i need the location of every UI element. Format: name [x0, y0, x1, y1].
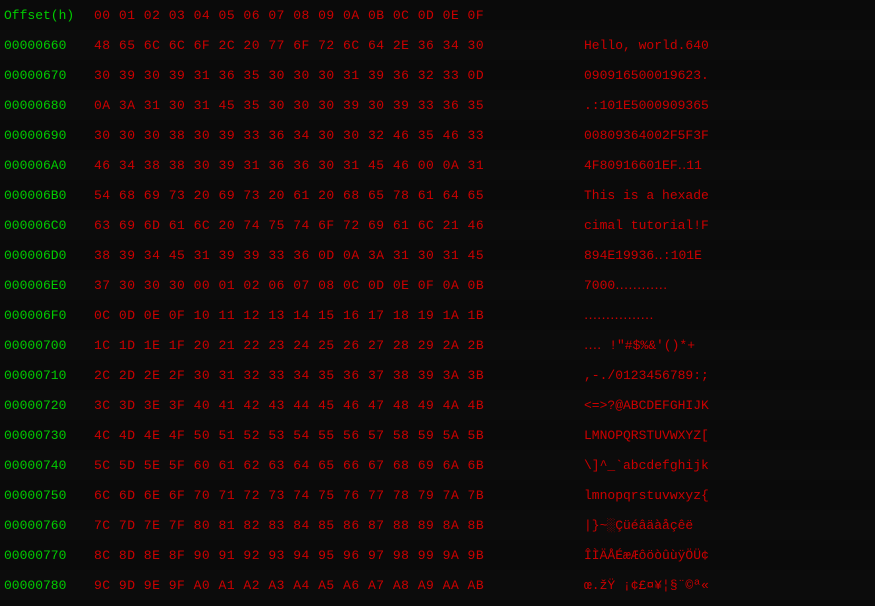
- row-bytes: 63 69 6D 61 6C 20 74 75 74 6F 72 69 61 6…: [94, 218, 584, 233]
- row-ascii: Hello, world.640: [584, 38, 871, 53]
- table-row: 000006C063 69 6D 61 6C 20 74 75 74 6F 72…: [0, 210, 875, 240]
- row-bytes: 1C 1D 1E 1F 20 21 22 23 24 25 26 27 28 2…: [94, 338, 584, 353]
- table-row: 000007607C 7D 7E 7F 80 81 82 83 84 85 86…: [0, 510, 875, 540]
- table-row: 000006D038 39 34 45 31 39 39 33 36 0D 0A…: [0, 240, 875, 270]
- row-offset: 00000670: [4, 68, 94, 83]
- row-ascii: This is a hexade: [584, 188, 871, 203]
- row-bytes: 7C 7D 7E 7F 80 81 82 83 84 85 86 87 88 8…: [94, 518, 584, 533]
- table-row: 000007203C 3D 3E 3F 40 41 42 43 44 45 46…: [0, 390, 875, 420]
- row-offset: 00000680: [4, 98, 94, 113]
- row-ascii: LMNOPQRSTUVWXYZ[: [584, 428, 871, 443]
- row-offset: 00000770: [4, 548, 94, 563]
- row-offset: 000006C0: [4, 218, 94, 233]
- row-bytes: 2C 2D 2E 2F 30 31 32 33 34 35 36 37 38 3…: [94, 368, 584, 383]
- row-ascii: 894E19936․․:101E: [584, 248, 871, 263]
- row-ascii: <=>?@ABCDEFGHIJK: [584, 398, 871, 413]
- row-ascii: |}~░Çüéâäàåçêë: [584, 518, 871, 533]
- table-row: 000006800A 3A 31 30 31 45 35 30 30 30 39…: [0, 90, 875, 120]
- table-row: 0000066048 65 6C 6C 6F 2C 20 77 6F 72 6C…: [0, 30, 875, 60]
- row-ascii: ÎÌÄÅÉæÆôöòûùÿÖÜ¢: [584, 548, 871, 563]
- row-bytes: 38 39 34 45 31 39 39 33 36 0D 0A 3A 31 3…: [94, 248, 584, 263]
- row-offset: 00000750: [4, 488, 94, 503]
- row-offset: 000006F0: [4, 308, 94, 323]
- row-bytes: 4C 4D 4E 4F 50 51 52 53 54 55 56 57 58 5…: [94, 428, 584, 443]
- row-ascii: 7000․․․․․․․․․․․․: [584, 278, 871, 293]
- row-bytes: 37 30 30 30 00 01 02 06 07 08 0C 0D 0E 0…: [94, 278, 584, 293]
- row-ascii: cimal tutorial!F: [584, 218, 871, 233]
- table-row: 000007102C 2D 2E 2F 30 31 32 33 34 35 36…: [0, 360, 875, 390]
- table-row: 000006A046 34 38 38 30 39 31 36 36 30 31…: [0, 150, 875, 180]
- row-bytes: 3C 3D 3E 3F 40 41 42 43 44 45 46 47 48 4…: [94, 398, 584, 413]
- row-offset: 000006E0: [4, 278, 94, 293]
- table-row: 000006F00C 0D 0E 0F 10 11 12 13 14 15 16…: [0, 300, 875, 330]
- row-offset: 00000730: [4, 428, 94, 443]
- row-bytes: 6C 6D 6E 6F 70 71 72 73 74 75 76 77 78 7…: [94, 488, 584, 503]
- row-bytes: 5C 5D 5E 5F 60 61 62 63 64 65 66 67 68 6…: [94, 458, 584, 473]
- row-offset: 000006A0: [4, 158, 94, 173]
- row-bytes: 46 34 38 38 30 39 31 36 36 30 31 45 46 0…: [94, 158, 584, 173]
- column-headers: 00 01 02 03 04 05 06 07 08 09 0A 0B 0C 0…: [94, 8, 584, 23]
- table-row: 0000067030 39 30 39 31 36 35 30 30 30 31…: [0, 60, 875, 90]
- offset-header: Offset(h): [4, 8, 94, 23]
- row-ascii: .:101E5000909365: [584, 98, 871, 113]
- table-row: 000007708C 8D 8E 8F 90 91 92 93 94 95 96…: [0, 540, 875, 570]
- row-bytes: 0A 3A 31 30 31 45 35 30 30 30 39 30 39 3…: [94, 98, 584, 113]
- table-row: 000007405C 5D 5E 5F 60 61 62 63 64 65 66…: [0, 450, 875, 480]
- row-offset: 00000760: [4, 518, 94, 533]
- row-offset: 00000700: [4, 338, 94, 353]
- table-row: 000007001C 1D 1E 1F 20 21 22 23 24 25 26…: [0, 330, 875, 360]
- row-offset: 00000690: [4, 128, 94, 143]
- table-row: 000006B054 68 69 73 20 69 73 20 61 20 68…: [0, 180, 875, 210]
- row-ascii: ․․․․ !"#$%&'()*+: [584, 338, 871, 353]
- row-bytes: 30 39 30 39 31 36 35 30 30 30 31 39 36 3…: [94, 68, 584, 83]
- row-ascii: ,-./0123456789:;: [584, 368, 871, 383]
- row-bytes: 30 30 30 38 30 39 33 36 34 30 30 32 46 3…: [94, 128, 584, 143]
- row-bytes: 8C 8D 8E 8F 90 91 92 93 94 95 96 97 98 9…: [94, 548, 584, 563]
- row-bytes: 48 65 6C 6C 6F 2C 20 77 6F 72 6C 64 2E 3…: [94, 38, 584, 53]
- row-offset: 000006D0: [4, 248, 94, 263]
- row-offset: 00000720: [4, 398, 94, 413]
- table-row: 0000069030 30 30 38 30 39 33 36 34 30 30…: [0, 120, 875, 150]
- header-row: Offset(h) 00 01 02 03 04 05 06 07 08 09 …: [0, 0, 875, 30]
- row-ascii: \]^_`abcdefghijk: [584, 458, 871, 473]
- row-offset: 00000780: [4, 578, 94, 593]
- row-ascii: 090916500019623.: [584, 68, 871, 83]
- table-row: 000006E037 30 30 30 00 01 02 06 07 08 0C…: [0, 270, 875, 300]
- row-ascii: ․․․․․․․․․․․․․․․․: [584, 308, 871, 323]
- table-row: 00000790AC AD AE AF B0 B1 B2 B3 B4 B5 B6…: [0, 600, 875, 606]
- hex-viewer: Offset(h) 00 01 02 03 04 05 06 07 08 09 …: [0, 0, 875, 606]
- row-offset: 00000740: [4, 458, 94, 473]
- table-row: 000007304C 4D 4E 4F 50 51 52 53 54 55 56…: [0, 420, 875, 450]
- row-bytes: 54 68 69 73 20 69 73 20 61 20 68 65 78 6…: [94, 188, 584, 203]
- row-ascii: 4F80916601EF․․11: [584, 158, 871, 173]
- row-bytes: 0C 0D 0E 0F 10 11 12 13 14 15 16 17 18 1…: [94, 308, 584, 323]
- row-ascii: 00809364002F5F3F: [584, 128, 871, 143]
- table-row: 000007809C 9D 9E 9F A0 A1 A2 A3 A4 A5 A6…: [0, 570, 875, 600]
- row-ascii: œ.žŸ ¡¢£¤¥¦§¨©ª«: [584, 578, 871, 593]
- row-offset: 000006B0: [4, 188, 94, 203]
- row-bytes: 9C 9D 9E 9F A0 A1 A2 A3 A4 A5 A6 A7 A8 A…: [94, 578, 584, 593]
- row-offset: 00000710: [4, 368, 94, 383]
- row-ascii: lmnopqrstuvwxyz{: [584, 488, 871, 503]
- row-offset: 00000660: [4, 38, 94, 53]
- table-row: 000007506C 6D 6E 6F 70 71 72 73 74 75 76…: [0, 480, 875, 510]
